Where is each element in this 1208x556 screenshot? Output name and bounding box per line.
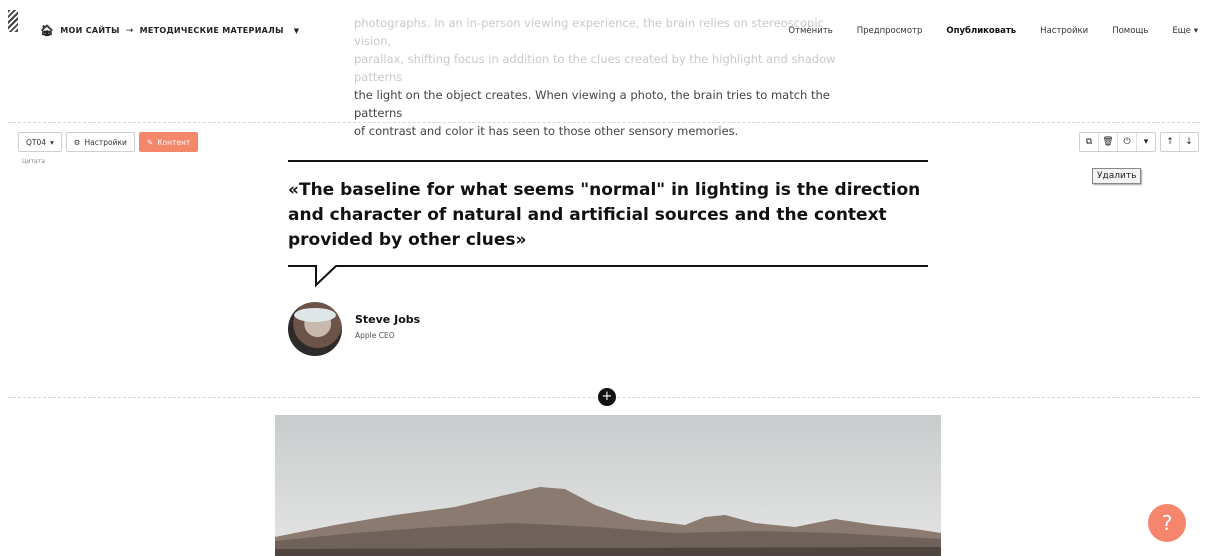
- trash-icon[interactable]: 🗑︎: [1099, 133, 1118, 151]
- pencil-icon: ✎: [146, 137, 154, 147]
- publish-button[interactable]: Опубликовать: [946, 26, 1016, 36]
- block-type-label: Цитата: [22, 158, 45, 165]
- quote-text: «The baseline for what seems "normal" in…: [288, 180, 921, 250]
- speech-bubble-rule: [288, 265, 928, 288]
- quote-top-rule: [288, 160, 928, 162]
- block-settings-label: Настройки: [84, 137, 127, 147]
- block-toolbar: QT04 ▾ ⚙ Настройки ✎ Контент: [18, 132, 199, 152]
- avatar: [288, 302, 342, 356]
- breadcrumb-page[interactable]: МЕТОДИЧЕСКИЕ МАТЕРИАЛЫ: [140, 26, 284, 35]
- more-label: Еще: [1172, 26, 1192, 36]
- power-icon[interactable]: ⏻: [1118, 133, 1137, 151]
- arrow-down-icon[interactable]: ↓: [1180, 133, 1198, 151]
- top-bar: 🏠︎ МОИ САЙТЫ → МЕТОДИЧЕСКИЕ МАТЕРИАЛЫ ▼ …: [0, 0, 1208, 62]
- chevron-down-icon: ▾: [50, 137, 54, 147]
- block-code-label: QT04: [26, 137, 47, 147]
- arrow-up-icon[interactable]: ↑: [1161, 133, 1180, 151]
- block-content-label: Контент: [157, 137, 191, 147]
- block-move-group: ↑ ↓: [1160, 132, 1199, 152]
- help-button[interactable]: ?: [1148, 504, 1186, 542]
- landscape-image: [275, 415, 941, 556]
- more-menu[interactable]: Еще ▾: [1172, 26, 1198, 36]
- intro-line: the light on the object creates. When vi…: [354, 88, 830, 120]
- home-icon[interactable]: 🏠︎: [40, 24, 54, 37]
- block-content-button[interactable]: ✎ Контент: [138, 132, 199, 152]
- preview-button[interactable]: Предпросмотр: [857, 26, 923, 36]
- breadcrumb-sites[interactable]: МОИ САЙТЫ: [60, 26, 119, 35]
- help-link[interactable]: Помощь: [1112, 26, 1148, 36]
- author-name: Steve Jobs: [355, 313, 421, 326]
- gear-icon: ⚙: [73, 137, 81, 147]
- landscape-svg: [275, 415, 941, 556]
- block-divider: [8, 122, 1200, 123]
- block-code-dropdown[interactable]: QT04 ▾: [18, 132, 62, 152]
- breadcrumb-arrow: →: [125, 25, 134, 36]
- logo-icon[interactable]: [8, 10, 18, 32]
- settings-link[interactable]: Настройки: [1040, 26, 1088, 36]
- intro-line: of contrast and color it has seen to tho…: [354, 124, 739, 138]
- duplicate-icon[interactable]: ⧉: [1080, 133, 1099, 151]
- block-actions: ⧉ 🗑︎ ⏻ ▾ ↑ ↓: [1079, 132, 1199, 152]
- delete-tooltip: Удалить: [1092, 168, 1142, 184]
- top-menu: Отменить Предпросмотр Опубликовать Настр…: [788, 26, 1198, 36]
- author-role: Apple CEO: [355, 331, 395, 340]
- block-actions-main: ⧉ 🗑︎ ⏻ ▾: [1079, 132, 1156, 152]
- block-settings-button[interactable]: ⚙ Настройки: [65, 132, 135, 152]
- chevron-down-icon[interactable]: ▾: [1137, 133, 1155, 151]
- add-block-button[interactable]: +: [598, 388, 616, 406]
- cancel-button[interactable]: Отменить: [788, 26, 832, 36]
- avatar-hat: [294, 308, 336, 322]
- breadcrumb: 🏠︎ МОИ САЙТЫ → МЕТОДИЧЕСКИЕ МАТЕРИАЛЫ ▼: [40, 24, 299, 37]
- chevron-down-icon[interactable]: ▼: [294, 27, 300, 35]
